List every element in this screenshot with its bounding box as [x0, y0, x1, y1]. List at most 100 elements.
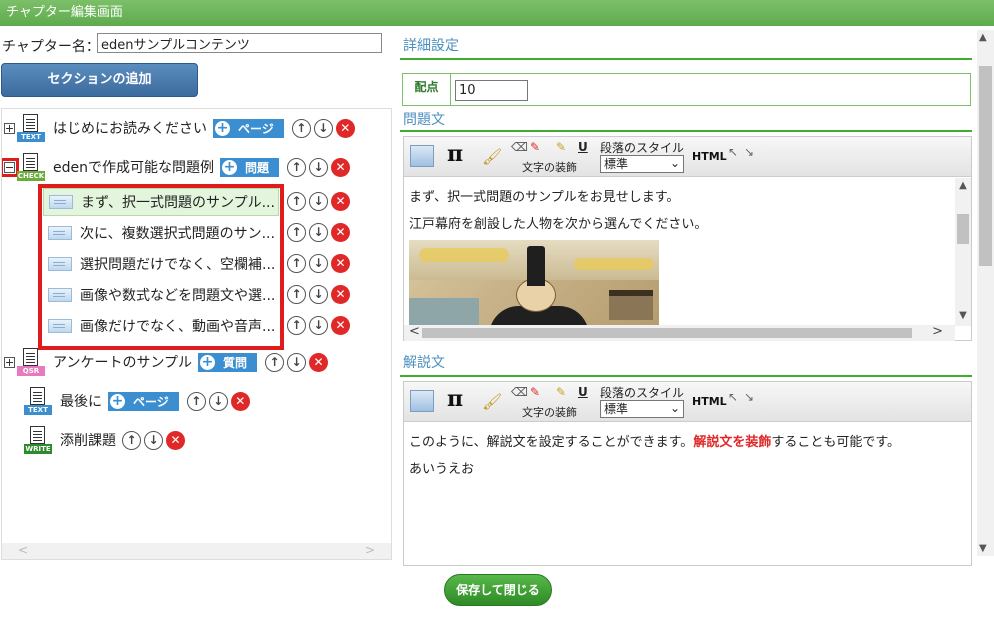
tree-node[interactable]: WRITE 添削課題 ↑ ↓ ✕: [24, 425, 185, 455]
move-up-icon[interactable]: ↑: [265, 352, 285, 372]
marker-red-icon[interactable]: ✎: [530, 140, 540, 154]
move-down-icon[interactable]: ↓: [144, 430, 163, 450]
move-down-icon[interactable]: ↓: [309, 285, 328, 304]
move-up-icon[interactable]: ↑: [122, 430, 141, 450]
move-up-icon[interactable]: ↑: [291, 118, 311, 138]
move-up-icon[interactable]: ↑: [287, 254, 306, 273]
delete-icon[interactable]: ✕: [230, 391, 250, 411]
tree-node[interactable]: QSR アンケートのサンプル + 質問 ↑ ↓ ✕: [4, 347, 329, 377]
move-up-icon[interactable]: ↑: [287, 316, 306, 335]
scroll-thumb[interactable]: [979, 66, 992, 266]
node-label[interactable]: はじめにお読みください: [53, 118, 207, 138]
expand-arrows-icon[interactable]: ↖↘: [728, 390, 760, 404]
paragraph-style-select[interactable]: 標準 ⌄: [600, 155, 684, 173]
add-question-button[interactable]: + 問題: [220, 157, 280, 177]
add-section-button[interactable]: セクションの追加: [1, 63, 198, 97]
node-label[interactable]: アンケートのサンプル: [53, 352, 192, 372]
delete-icon[interactable]: ✕: [331, 192, 350, 211]
marker-yellow-icon[interactable]: ✎: [556, 140, 566, 154]
delete-icon[interactable]: ✕: [331, 254, 350, 273]
scroll-right-icon[interactable]: >: [365, 543, 375, 557]
move-down-icon[interactable]: ↓: [309, 157, 329, 177]
add-page-button[interactable]: + ページ: [213, 118, 284, 138]
scroll-up-icon[interactable]: ▲: [979, 32, 987, 43]
insert-formula-icon[interactable]: π: [447, 141, 463, 167]
underline-icon[interactable]: U: [578, 140, 588, 154]
eraser-icon[interactable]: ⌫: [511, 140, 528, 154]
insert-image-icon[interactable]: [410, 145, 434, 167]
add-page-button[interactable]: + ページ: [108, 391, 179, 411]
highlighted-text: 解説文を装飾: [693, 435, 772, 450]
window-title: チャプター編集画面: [6, 5, 123, 20]
eraser-icon[interactable]: ⌫: [511, 385, 528, 399]
node-label[interactable]: 最後に: [60, 391, 102, 411]
paint-brush-icon[interactable]: 🖌: [482, 147, 502, 166]
page-vertical-scrollbar[interactable]: ▲ ▼: [977, 30, 994, 556]
expand-icon[interactable]: [4, 356, 15, 368]
tree-node[interactable]: CHECK edenで作成可能な問題例 + 問題 ↑ ↓ ✕: [2, 152, 351, 182]
node-label[interactable]: edenで作成可能な問題例: [53, 157, 214, 177]
question-editor-horizontal-scrollbar[interactable]: < >: [404, 324, 955, 341]
delete-icon[interactable]: ✕: [331, 223, 350, 242]
tree-horizontal-scrollbar[interactable]: < >: [2, 543, 391, 559]
explanation-editor-content[interactable]: このように、解説文を設定することができます。解説文を装飾することも可能です。 あ…: [404, 423, 971, 565]
question-icon: [48, 288, 72, 302]
chapter-name-input[interactable]: [97, 33, 382, 53]
insert-formula-icon[interactable]: π: [447, 386, 463, 412]
question-item[interactable]: 画像だけでなく、動画や音声...: [43, 312, 279, 340]
node-label[interactable]: 添削課題: [60, 430, 116, 450]
question-item[interactable]: 選択問題だけでなく、空欄補...: [43, 250, 279, 278]
move-up-icon[interactable]: ↑: [287, 285, 306, 304]
score-input[interactable]: [455, 80, 528, 101]
scroll-right-icon[interactable]: >: [932, 324, 943, 339]
paragraph-style-label: 段落のスタイル: [600, 386, 685, 400]
move-down-icon[interactable]: ↓: [309, 223, 328, 242]
move-up-icon[interactable]: ↑: [287, 157, 307, 177]
delete-icon[interactable]: ✕: [331, 316, 350, 335]
move-down-icon[interactable]: ↓: [313, 118, 333, 138]
insert-image-icon[interactable]: [410, 390, 434, 412]
move-down-icon[interactable]: ↓: [309, 192, 328, 211]
add-survey-question-button[interactable]: + 質問: [198, 352, 258, 372]
score-row: 配点: [402, 73, 971, 106]
delete-icon[interactable]: ✕: [309, 352, 329, 372]
underline-icon[interactable]: U: [578, 385, 588, 399]
question-editor-vertical-scrollbar[interactable]: ▲ ▼: [955, 178, 971, 326]
scroll-left-icon[interactable]: <: [18, 543, 28, 557]
scroll-left-icon[interactable]: <: [409, 324, 420, 339]
delete-icon[interactable]: ✕: [331, 157, 351, 177]
tree-node[interactable]: TEXT はじめにお読みください + ページ ↑ ↓ ✕: [4, 113, 355, 143]
marker-red-icon[interactable]: ✎: [530, 385, 540, 399]
expand-arrows-icon[interactable]: ↖↘: [728, 145, 760, 159]
move-down-icon[interactable]: ↓: [309, 254, 328, 273]
paragraph-style-select[interactable]: 標準 ⌄: [600, 400, 684, 418]
question-item[interactable]: 画像や数式などを問題文や選...: [43, 281, 279, 309]
marker-yellow-icon[interactable]: ✎: [556, 385, 566, 399]
question-item[interactable]: 次に、複数選択式問題のサン...: [43, 219, 279, 247]
divider: [400, 130, 972, 132]
question-item[interactable]: まず、択一式問題のサンプル...: [43, 188, 279, 216]
move-down-icon[interactable]: ↓: [309, 316, 328, 335]
question-editor: π 🖌 ⌫ ✎ ✎ U 文字の装飾 段落のスタイル 標準 ⌄ HTML ↖↘ まず…: [403, 136, 972, 341]
question-editor-content[interactable]: まず、択一式問題のサンプルをお見せします。 江戸幕府を創設した人物を次から選んで…: [404, 178, 971, 326]
tree-node[interactable]: TEXT 最後に + ページ ↑ ↓ ✕: [24, 386, 250, 416]
html-mode-button[interactable]: HTML: [692, 395, 727, 408]
paint-brush-icon[interactable]: 🖌: [482, 392, 502, 411]
collapse-icon[interactable]: [2, 157, 19, 177]
move-up-icon[interactable]: ↑: [287, 223, 306, 242]
scroll-thumb[interactable]: [957, 214, 969, 244]
html-mode-button[interactable]: HTML: [692, 150, 727, 163]
move-down-icon[interactable]: ↓: [208, 391, 228, 411]
scroll-down-icon[interactable]: ▼: [955, 310, 971, 324]
save-and-close-button[interactable]: 保存して閉じる: [444, 574, 552, 606]
move-up-icon[interactable]: ↑: [287, 192, 306, 211]
move-down-icon[interactable]: ↓: [287, 352, 307, 372]
delete-icon[interactable]: ✕: [166, 430, 185, 450]
delete-icon[interactable]: ✕: [331, 285, 350, 304]
scroll-up-icon[interactable]: ▲: [955, 180, 971, 194]
move-up-icon[interactable]: ↑: [186, 391, 206, 411]
scroll-thumb[interactable]: [422, 328, 912, 338]
delete-icon[interactable]: ✕: [335, 118, 355, 138]
expand-icon[interactable]: [4, 122, 15, 134]
scroll-down-icon[interactable]: ▼: [979, 543, 987, 554]
